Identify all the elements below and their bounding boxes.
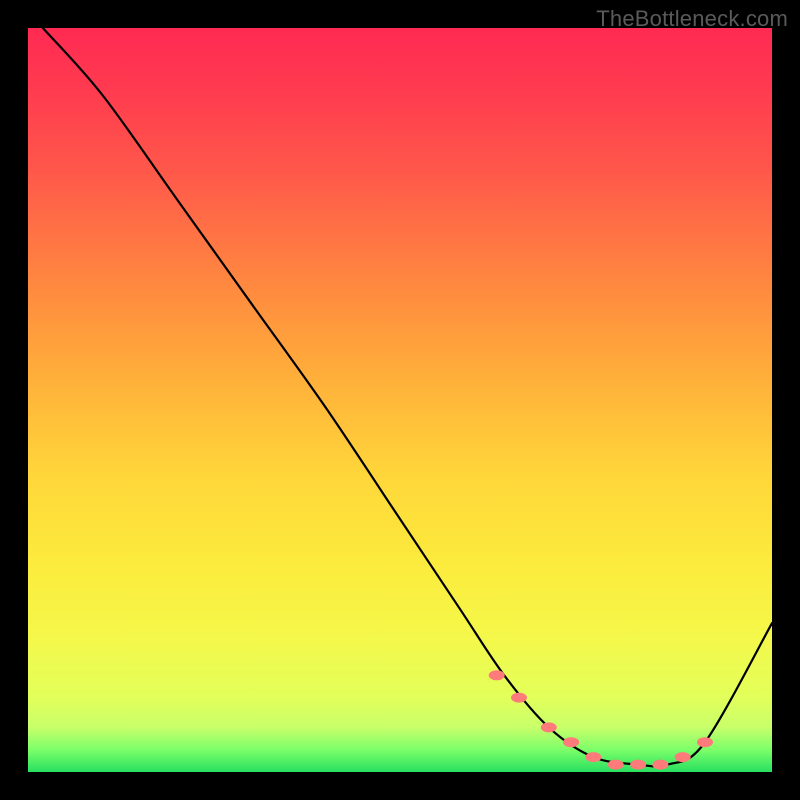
plot-area xyxy=(28,28,772,772)
bottleneck-dot xyxy=(585,752,601,762)
chart-svg xyxy=(28,28,772,772)
bottleneck-dot xyxy=(511,693,527,703)
bottleneck-dot xyxy=(675,752,691,762)
bottleneck-dot xyxy=(630,760,646,770)
bottleneck-dot xyxy=(541,722,557,732)
bottleneck-dot xyxy=(489,670,505,680)
curve-layer xyxy=(43,28,772,767)
bottleneck-dot xyxy=(652,760,668,770)
bottleneck-dot xyxy=(697,737,713,747)
bottleneck-curve xyxy=(43,28,772,767)
bottleneck-dot xyxy=(563,737,579,747)
chart-frame: TheBottleneck.com xyxy=(0,0,800,800)
dots-layer xyxy=(489,670,713,769)
bottleneck-dot xyxy=(608,760,624,770)
